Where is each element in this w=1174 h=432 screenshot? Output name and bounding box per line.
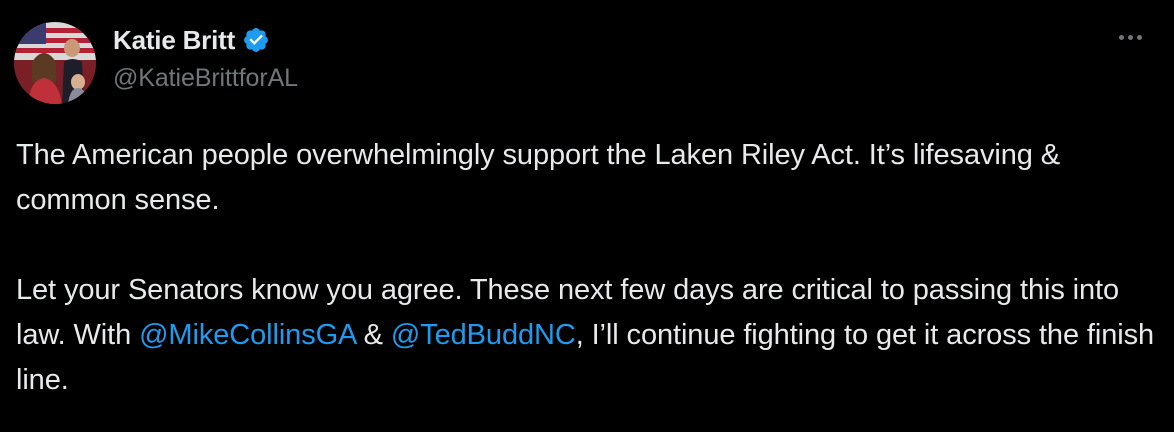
mention-link-mikecollinsga[interactable]: @MikeCollinsGA (139, 319, 356, 351)
more-dot (1127, 34, 1133, 40)
tweet-text-segment: & (355, 319, 391, 351)
verified-badge-icon[interactable] (242, 26, 270, 54)
avatar-photo (14, 22, 96, 104)
tweet-paragraph-2: Let your Senators know you agree. These … (16, 268, 1156, 403)
more-horizontal-icon (1118, 34, 1124, 40)
tweet-header: Katie Britt @KatieBrittforAL (113, 22, 298, 93)
author-display-name[interactable]: Katie Britt (113, 25, 235, 56)
more-options-button[interactable] (1112, 22, 1148, 52)
tweet-text: The American people overwhelmingly suppo… (16, 133, 1156, 403)
mention-link-tedbuddnc[interactable]: @TedBuddNC (391, 319, 576, 351)
more-dot (1136, 34, 1142, 40)
name-row: Katie Britt (113, 22, 298, 58)
author-handle[interactable]: @KatieBrittforAL (113, 64, 298, 93)
tweet-card: Katie Britt @KatieBrittforAL The America… (0, 0, 1174, 432)
tweet-paragraph-1: The American people overwhelmingly suppo… (16, 139, 1060, 216)
author-avatar[interactable] (14, 22, 96, 104)
